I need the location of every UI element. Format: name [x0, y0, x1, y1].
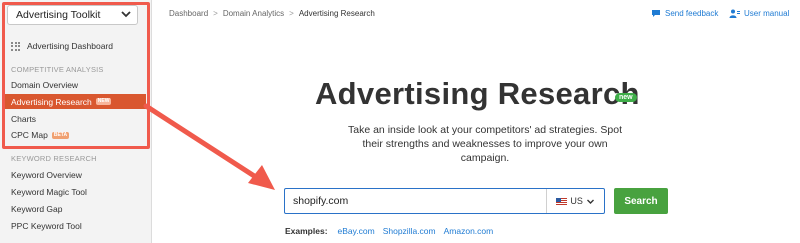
- send-feedback-link[interactable]: Send feedback: [651, 9, 718, 18]
- sidebar-item-ppc-keyword-tool[interactable]: PPC Keyword Tool: [11, 221, 82, 231]
- new-badge: NEW: [95, 98, 112, 105]
- sidebar-item-label: Domain Overview: [11, 80, 79, 90]
- section-competitive-analysis: COMPETITIVE ANALYSIS: [11, 65, 104, 74]
- sidebar-item-domain-overview[interactable]: Domain Overview: [11, 80, 78, 90]
- chevron-down-icon: [586, 199, 594, 204]
- us-flag-icon: [556, 197, 568, 205]
- breadcrumb-separator: >: [213, 9, 218, 18]
- chevron-down-icon: [121, 11, 131, 18]
- sidebar-item-advertising-dashboard[interactable]: Advertising Dashboard: [11, 40, 113, 52]
- new-badge: new: [615, 93, 637, 102]
- example-link[interactable]: eBay.com: [338, 226, 375, 236]
- sidebar-item-label: Charts: [11, 114, 37, 124]
- sidebar-item-keyword-overview[interactable]: Keyword Overview: [11, 170, 82, 180]
- sidebar-item-label: Keyword Magic Tool: [11, 187, 87, 197]
- send-feedback-label: Send feedback: [665, 9, 719, 18]
- page-title: Advertising Research: [315, 76, 640, 111]
- sidebar-item-cpc-map[interactable]: CPC Map BETA: [11, 130, 70, 140]
- beta-badge: BETA: [51, 131, 70, 139]
- user-icon: [729, 9, 740, 18]
- database-select[interactable]: US: [546, 189, 604, 213]
- sidebar-item-keyword-magic-tool[interactable]: Keyword Magic Tool: [11, 187, 87, 197]
- sidebar-item-advertising-research[interactable]: Advertising Research NEW: [5, 94, 146, 109]
- sidebar-item-label: Keyword Overview: [11, 170, 82, 180]
- sidebar-item-label: Keyword Gap: [11, 204, 63, 214]
- user-manual-link[interactable]: User manual: [729, 9, 789, 18]
- sidebar-item-label: Advertising Dashboard: [27, 41, 113, 51]
- example-link[interactable]: Shopzilla.com: [383, 226, 436, 236]
- page-subtitle: Take an inside look at your competitors'…: [348, 124, 622, 164]
- section-keyword-research: KEYWORD RESEARCH: [11, 154, 97, 163]
- breadcrumb: Dashboard > Domain Analytics > Advertisi…: [169, 9, 375, 18]
- search-box: US: [284, 188, 605, 214]
- toolkit-select[interactable]: Advertising Toolkit: [7, 5, 138, 25]
- sidebar-item-keyword-gap[interactable]: Keyword Gap: [11, 204, 63, 214]
- chat-icon: [652, 10, 660, 17]
- example-link[interactable]: Amazon.com: [444, 226, 494, 236]
- breadcrumb-dashboard[interactable]: Dashboard: [169, 9, 208, 18]
- breadcrumb-separator: >: [289, 9, 294, 18]
- sidebar-item-label: CPC Map: [11, 130, 48, 140]
- user-manual-label: User manual: [744, 9, 790, 18]
- sidebar-item-label: PPC Keyword Tool: [11, 221, 82, 231]
- search-button[interactable]: Search: [614, 188, 668, 214]
- toolkit-select-label: Advertising Toolkit: [16, 9, 101, 21]
- sidebar: Advertising Toolkit Advertising Dashboar…: [0, 0, 152, 243]
- sidebar-item-charts[interactable]: Charts: [11, 114, 36, 124]
- search-input[interactable]: [285, 189, 547, 213]
- examples: Examples: eBay.com Shopzilla.com Amazon.…: [285, 226, 493, 236]
- database-label: US: [570, 196, 583, 206]
- breadcrumb-domain-analytics[interactable]: Domain Analytics: [223, 9, 284, 18]
- examples-label: Examples:: [285, 226, 328, 236]
- sidebar-item-label: Advertising Research: [11, 96, 92, 107]
- breadcrumb-current: Advertising Research: [298, 9, 375, 18]
- grid-icon: [11, 41, 20, 51]
